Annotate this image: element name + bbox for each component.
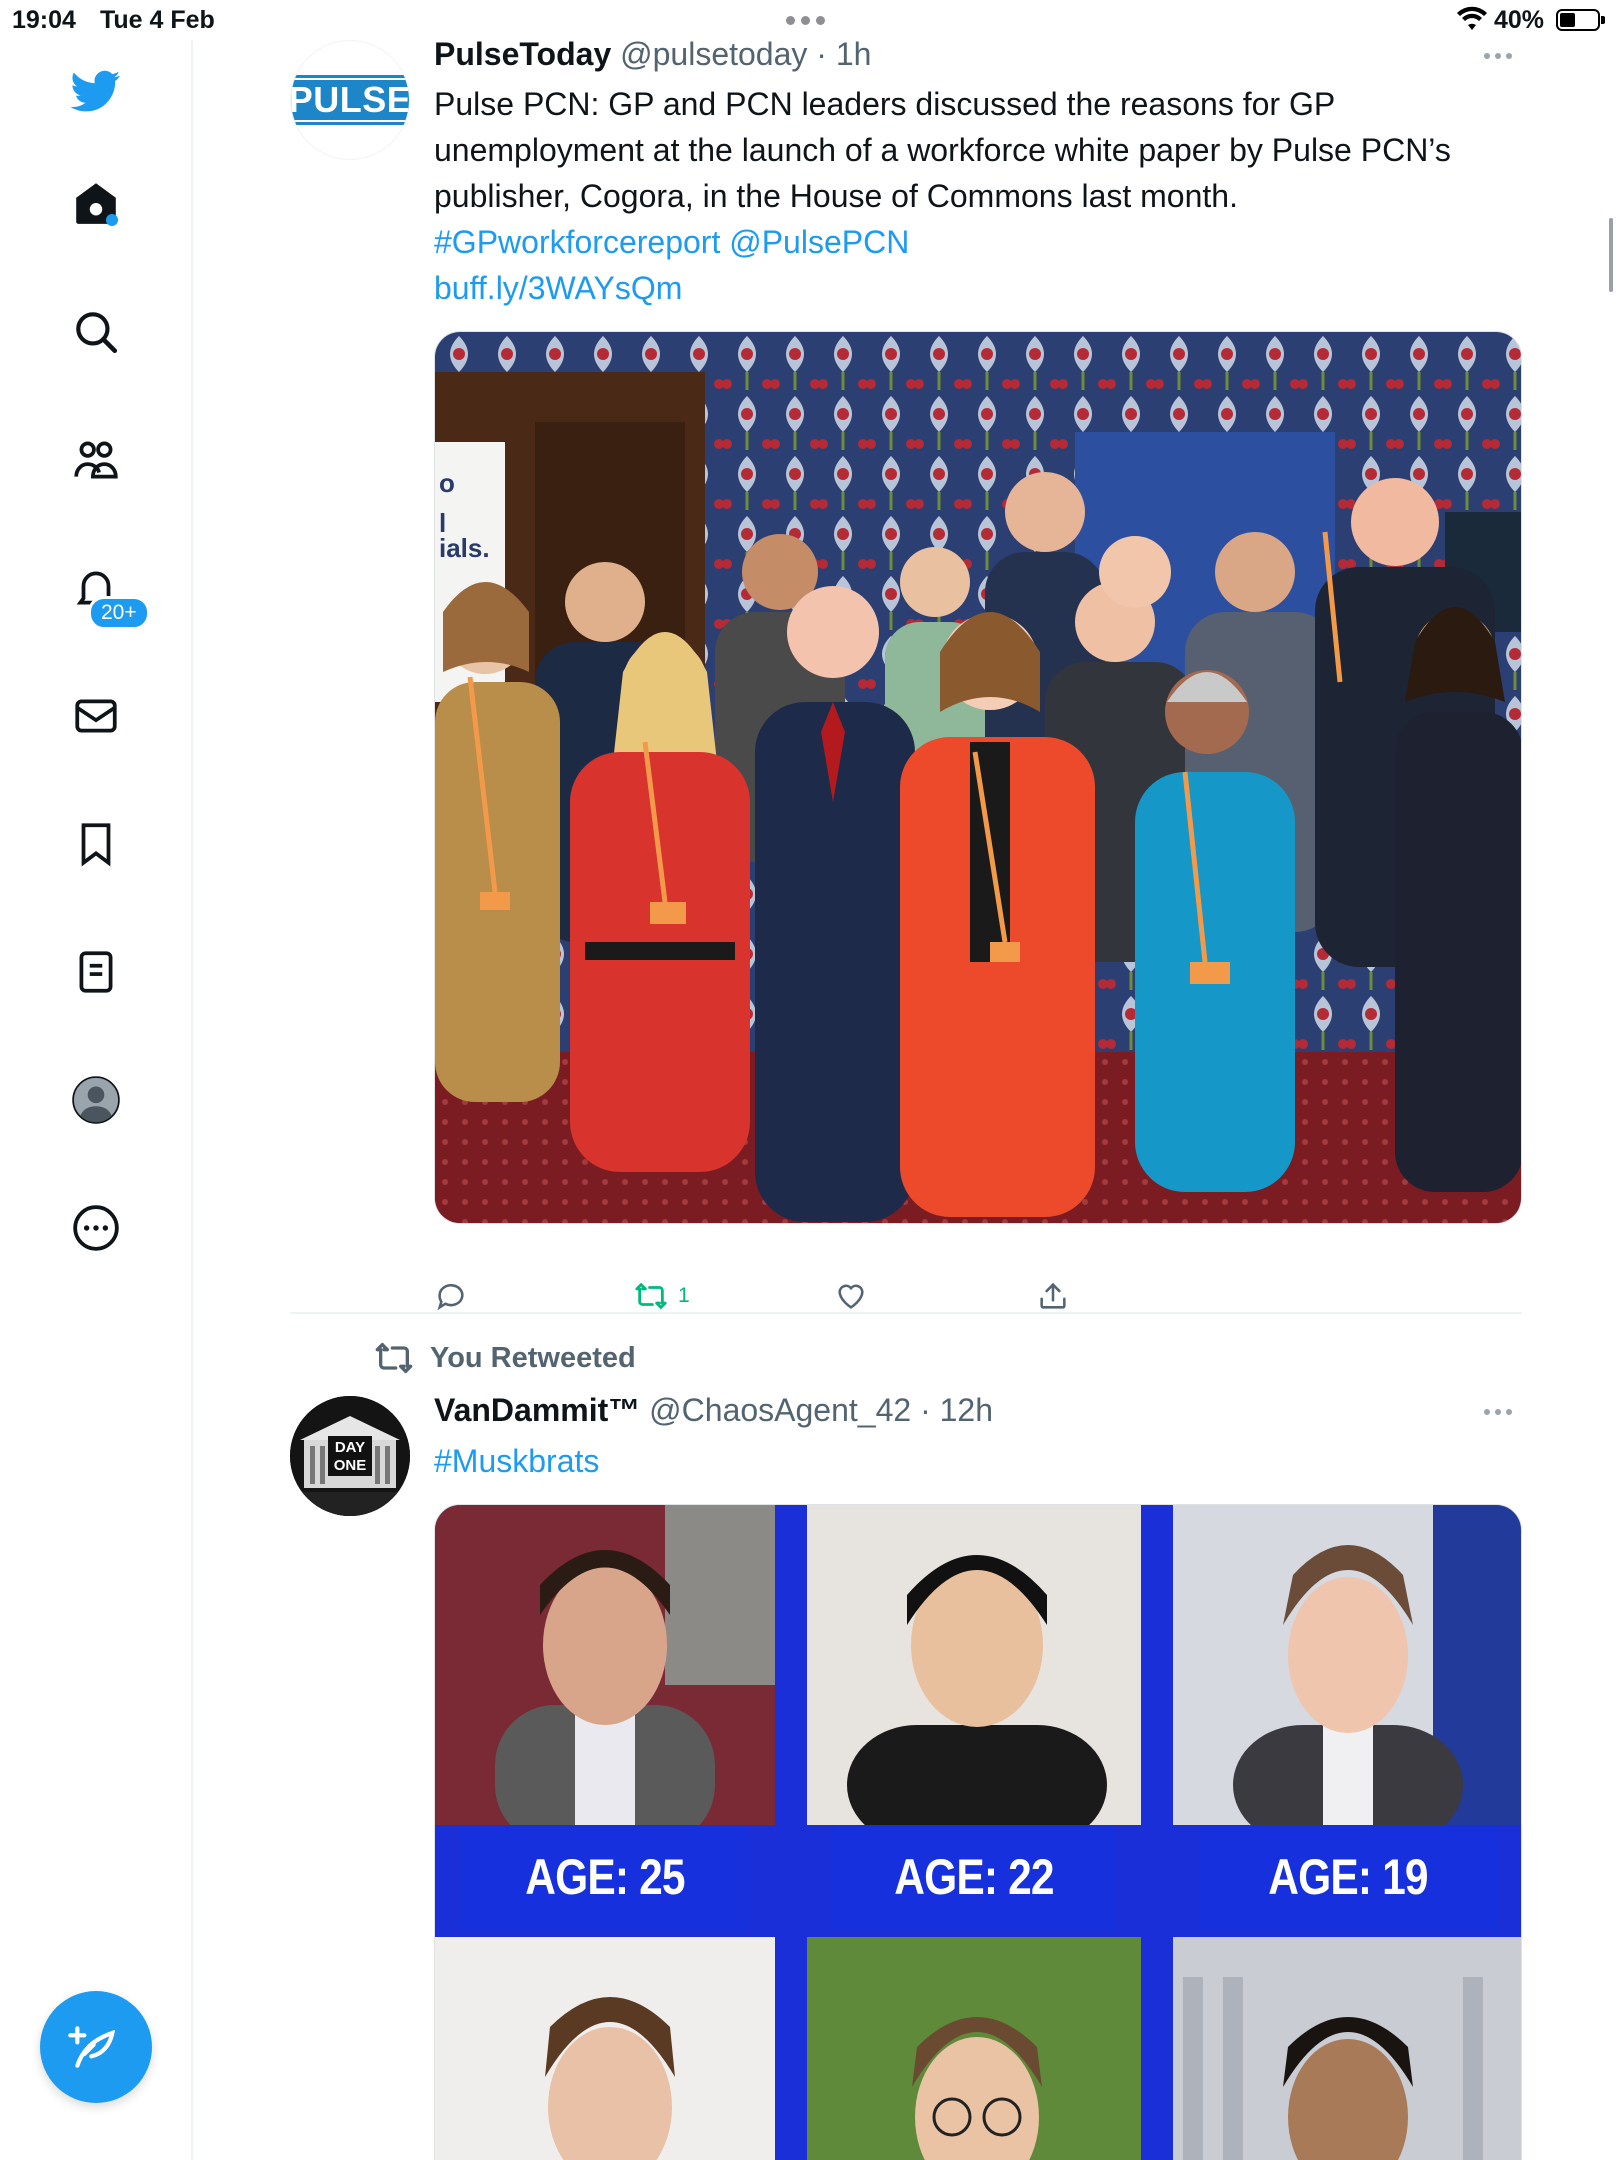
retweet-icon: [635, 1283, 667, 1309]
tweet-vandammit[interactable]: DAY ONE VanDammit™ @ChaosAgent_42 · 12h …: [290, 1392, 1522, 2160]
mail-icon[interactable]: [66, 686, 126, 746]
portrait: [1173, 1937, 1521, 2160]
portrait: [435, 1937, 775, 2160]
age-label: AGE: 19: [1199, 1825, 1497, 1929]
scrollbar[interactable]: [1609, 218, 1613, 292]
tweet-pulsetoday[interactable]: PULSE PulseToday @pulsetoday · 1h Pulse …: [290, 36, 1522, 1311]
reply-icon: [437, 1284, 464, 1311]
twitter-bird-icon[interactable]: [66, 61, 126, 121]
status-time: 19:04: [12, 6, 76, 34]
tweet-photo[interactable]: AGE: 25 AGE: 22 AGE: 19: [434, 1504, 1522, 2160]
avatar-icon[interactable]: [66, 1070, 126, 1130]
like-button[interactable]: [834, 1279, 868, 1313]
avatar[interactable]: DAY ONE: [290, 1396, 410, 1516]
url-link[interactable]: buff.ly/3WAYsQm: [434, 270, 682, 306]
pulse-logo: PULSE: [291, 75, 409, 125]
bookmark-icon[interactable]: [66, 814, 126, 874]
heart-icon: [838, 1284, 864, 1309]
home-unread-dot: [106, 214, 118, 226]
wifi-icon: [1457, 6, 1487, 30]
status-bar: 19:04 Tue 4 Feb 40%: [0, 0, 1620, 40]
display-name[interactable]: VanDammit™: [434, 1392, 640, 1428]
divider: [290, 1312, 1522, 1314]
lists-icon[interactable]: [66, 942, 126, 1002]
tweet-header: VanDammit™ @ChaosAgent_42 · 12h: [434, 1392, 993, 1429]
portrait: [807, 1505, 1141, 1825]
age-label: AGE: 22: [832, 1825, 1116, 1929]
avatar[interactable]: PULSE: [290, 40, 410, 160]
retweet-button[interactable]: 1: [634, 1279, 690, 1313]
group-photo: o l ials.: [435, 332, 1521, 1223]
tweet-body: Pulse PCN: GP and PCN leaders discussed …: [434, 86, 1451, 214]
retweet-icon: [375, 1343, 413, 1373]
search-icon[interactable]: [66, 302, 126, 362]
age-label: AGE: 25: [460, 1825, 750, 1929]
reply-button[interactable]: [434, 1279, 468, 1313]
svg-text:ials.: ials.: [439, 533, 490, 563]
status-date: Tue 4 Feb: [100, 6, 215, 34]
tweet-actions: 1: [434, 1279, 1134, 1329]
compose-feather-icon[interactable]: [40, 1991, 152, 2103]
share-icon: [1040, 1282, 1066, 1309]
share-button[interactable]: [1036, 1279, 1070, 1313]
battery-percent: 40%: [1494, 6, 1545, 34]
notifications-badge: 20+: [88, 596, 150, 630]
multitasking-dots-icon[interactable]: [786, 16, 825, 25]
communities-icon[interactable]: [66, 430, 126, 490]
sidebar: 20+: [0, 40, 193, 2160]
home-icon[interactable]: [66, 173, 126, 233]
day-one-logo: DAY ONE: [290, 1396, 410, 1516]
retweet-count: 1: [678, 1284, 690, 1307]
hashtag-link[interactable]: #GPworkforcereport: [434, 224, 720, 260]
battery-icon: [1556, 9, 1605, 31]
portrait-grid: AGE: 25 AGE: 22 AGE: 19: [435, 1505, 1521, 2160]
tweet-photo[interactable]: o l ials.: [434, 331, 1522, 1224]
retweet-context: You Retweeted: [374, 1338, 636, 1378]
day-one-text-top: DAY: [335, 1439, 365, 1456]
handle-time[interactable]: @pulsetoday · 1h: [620, 36, 871, 72]
hashtag-link[interactable]: #Muskbrats: [434, 1443, 599, 1479]
tweet-text: Pulse PCN: GP and PCN leaders discussed …: [434, 81, 1524, 311]
retweet-context-label: You Retweeted: [430, 1341, 636, 1374]
portrait: [435, 1505, 775, 1825]
portrait: [1173, 1505, 1521, 1825]
battery-level: [1560, 13, 1576, 27]
tweet-header: PulseToday @pulsetoday · 1h: [434, 36, 871, 73]
portrait: [807, 1937, 1141, 2160]
day-one-text-bottom: ONE: [334, 1457, 367, 1474]
more-circle-icon[interactable]: [66, 1198, 126, 1258]
tweet-text: #Muskbrats: [434, 1438, 1524, 1484]
handle-time[interactable]: @ChaosAgent_42 · 12h: [649, 1392, 993, 1428]
more-options-icon[interactable]: [1476, 1406, 1520, 1418]
display-name[interactable]: PulseToday: [434, 36, 611, 72]
svg-text:o: o: [439, 468, 455, 498]
more-options-icon[interactable]: [1476, 50, 1520, 62]
mention-link[interactable]: @PulsePCN: [729, 224, 909, 260]
